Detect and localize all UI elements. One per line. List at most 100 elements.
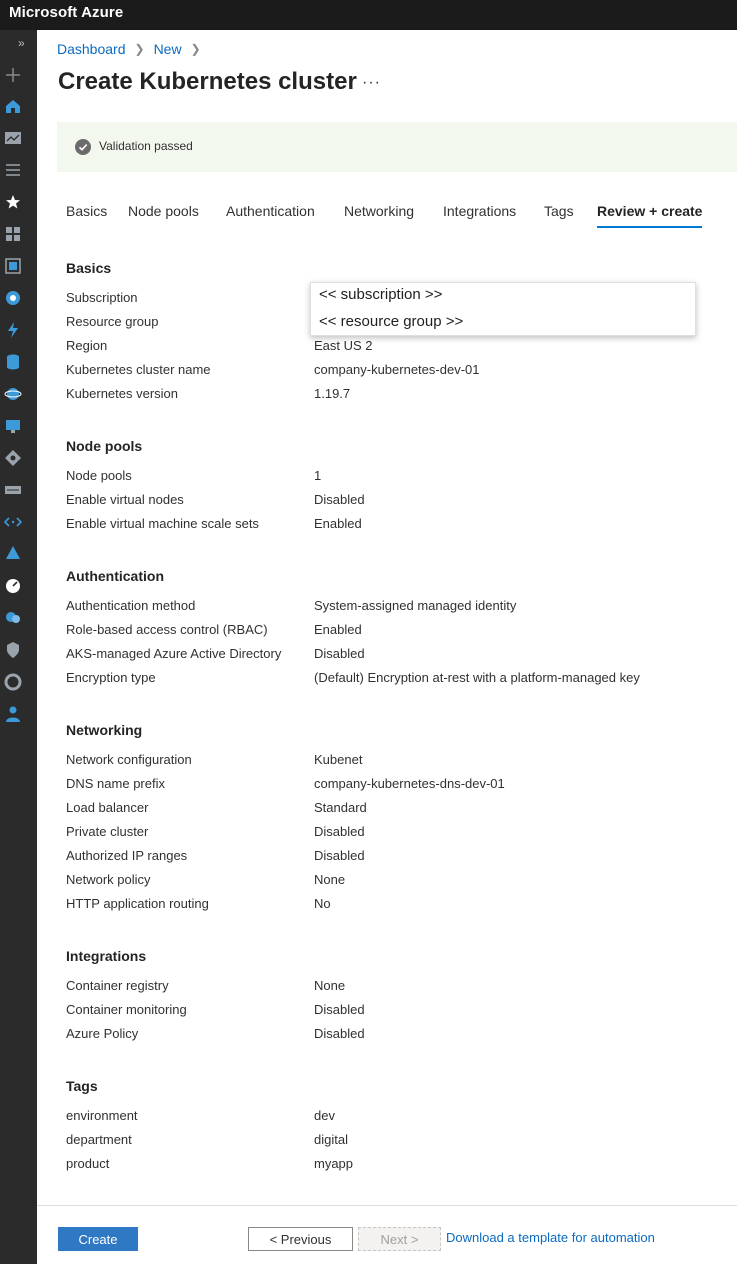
tab-authentication[interactable]: Authentication [226, 203, 315, 219]
subscription-placeholder: << subscription >> [319, 286, 443, 303]
review-value: Kubenet [314, 752, 363, 767]
tab-basics[interactable]: Basics [66, 203, 107, 219]
breadcrumb: Dashboard ❯ New ❯ [57, 41, 210, 57]
review-row: Authentication method System-assigned man… [66, 598, 716, 618]
review-row: Encryption type (Default) Encryption at-r… [66, 670, 716, 690]
security-center-icon[interactable] [4, 641, 22, 659]
home-icon[interactable] [4, 97, 22, 115]
cost-management-icon[interactable] [4, 673, 22, 691]
review-label: Region [66, 338, 108, 353]
review-value: myapp [314, 1156, 354, 1171]
app-services-icon[interactable] [4, 289, 22, 307]
plus-icon[interactable] [4, 66, 22, 84]
review-label: Azure Policy [66, 1026, 139, 1041]
review-value: (Default) Encryption at-rest with a plat… [314, 670, 640, 685]
tab-networking[interactable]: Networking [344, 203, 414, 219]
review-value: Enabled [314, 516, 362, 531]
cosmos-db-icon[interactable] [4, 385, 22, 403]
review-label: Container monitoring [66, 1002, 187, 1017]
review-value: digital [314, 1132, 348, 1147]
section-heading-node-pools: Node pools [66, 438, 143, 454]
function-app-icon[interactable] [4, 321, 22, 339]
page-title: Create Kubernetes cluster [58, 68, 357, 95]
review-label: Container registry [66, 978, 169, 993]
app-title[interactable]: Microsoft Azure [9, 4, 123, 21]
section-networking: Networking Network configuration Kubenet … [66, 722, 505, 911]
review-row: Network configuration Kubenet [66, 752, 716, 772]
review-value: No [314, 896, 331, 911]
section-heading-integrations: Integrations [66, 948, 147, 964]
review-value: System-assigned managed identity [314, 598, 517, 613]
review-row: Authorized IP ranges Disabled [66, 848, 716, 868]
review-label: DNS name prefix [66, 776, 165, 791]
main-content: Dashboard ❯ New ❯ Create Kubernetes clus… [37, 30, 737, 1264]
section-heading-networking: Networking [66, 722, 143, 738]
review-value: Disabled [314, 492, 365, 507]
review-row: Container registry None [66, 978, 716, 998]
more-options-button[interactable]: ··· [362, 74, 381, 92]
review-value: None [314, 872, 346, 887]
review-value: 1 [314, 468, 322, 483]
sql-database-icon[interactable] [4, 353, 22, 371]
footer-bar: Create < Previous Next > Download a temp… [37, 1205, 737, 1264]
section-node-pools: Node pools Node pools 1 Enable virtual no… [66, 438, 365, 531]
tab-tags[interactable]: Tags [544, 203, 574, 219]
section-heading-authentication: Authentication [66, 568, 164, 584]
resource-groups-icon[interactable] [4, 257, 22, 275]
section-basics: Basics Subscription Resource group Regio… [66, 260, 479, 401]
review-row: Azure Policy Disabled [66, 1026, 716, 1046]
review-label: Load balancer [66, 800, 149, 815]
tab-integrations[interactable]: Integrations [443, 203, 516, 219]
review-label: Kubernetes cluster name [66, 362, 211, 377]
all-resources-icon[interactable] [4, 225, 22, 243]
review-label: Encryption type [66, 670, 156, 685]
monitor-icon[interactable] [4, 577, 22, 595]
review-value: Standard [314, 800, 367, 815]
review-row: Role-based access control (RBAC) Enabled [66, 622, 716, 642]
section-heading-tags: Tags [66, 1078, 98, 1094]
review-value: Disabled [314, 646, 365, 661]
all-services-icon[interactable] [4, 161, 22, 179]
next-button[interactable]: Next > [358, 1227, 441, 1251]
previous-button[interactable]: < Previous [248, 1227, 353, 1251]
review-label: environment [66, 1108, 138, 1123]
review-label: Role-based access control (RBAC) [66, 622, 268, 637]
review-label: Network policy [66, 872, 151, 887]
validation-message: Validation passed [99, 139, 193, 153]
review-value: Enabled [314, 622, 362, 637]
dashboard-icon[interactable] [4, 129, 22, 147]
review-label: Node pools [66, 468, 132, 483]
section-authentication: Authentication Authentication method Syst… [66, 568, 640, 685]
active-directory-icon[interactable] [4, 545, 22, 563]
create-button[interactable]: Create [58, 1227, 138, 1251]
load-balancer-icon[interactable] [4, 449, 22, 467]
review-row: Load balancer Standard [66, 800, 716, 820]
chevron-right-icon: ❯ [190, 42, 201, 56]
storage-account-icon[interactable] [4, 481, 22, 499]
help-support-icon[interactable] [4, 705, 22, 723]
top-bar: Microsoft Azure [0, 0, 737, 30]
favorites-star-icon[interactable] [4, 193, 22, 211]
review-value: East US 2 [314, 338, 373, 353]
tab-node-pools[interactable]: Node pools [128, 203, 199, 219]
expand-icon[interactable]: » [18, 36, 25, 50]
review-label: product [66, 1156, 110, 1171]
review-row: product myapp [66, 1156, 716, 1176]
section-heading-basics: Basics [66, 260, 112, 276]
advisor-icon[interactable] [4, 609, 22, 627]
virtual-network-icon[interactable] [4, 513, 22, 531]
review-row: HTTP application routing No [66, 896, 716, 916]
virtual-machine-icon[interactable] [4, 417, 22, 435]
review-row: DNS name prefix company-kubernetes-dns-de… [66, 776, 716, 796]
review-value: company-kubernetes-dns-dev-01 [314, 776, 505, 791]
resource-group-placeholder: << resource group >> [319, 313, 464, 330]
download-template-link[interactable]: Download a template for automation [446, 1230, 655, 1245]
review-row: Kubernetes cluster name company-kubernete… [66, 362, 716, 382]
review-value: Disabled [314, 848, 365, 863]
review-label: Enable virtual machine scale sets [66, 516, 259, 531]
review-row: department digital [66, 1132, 716, 1152]
tab-review-create[interactable]: Review + create [597, 203, 703, 228]
review-label: AKS-managed Azure Active Directory [66, 646, 282, 661]
breadcrumb-new[interactable]: New [154, 41, 182, 57]
breadcrumb-dashboard[interactable]: Dashboard [57, 41, 126, 57]
